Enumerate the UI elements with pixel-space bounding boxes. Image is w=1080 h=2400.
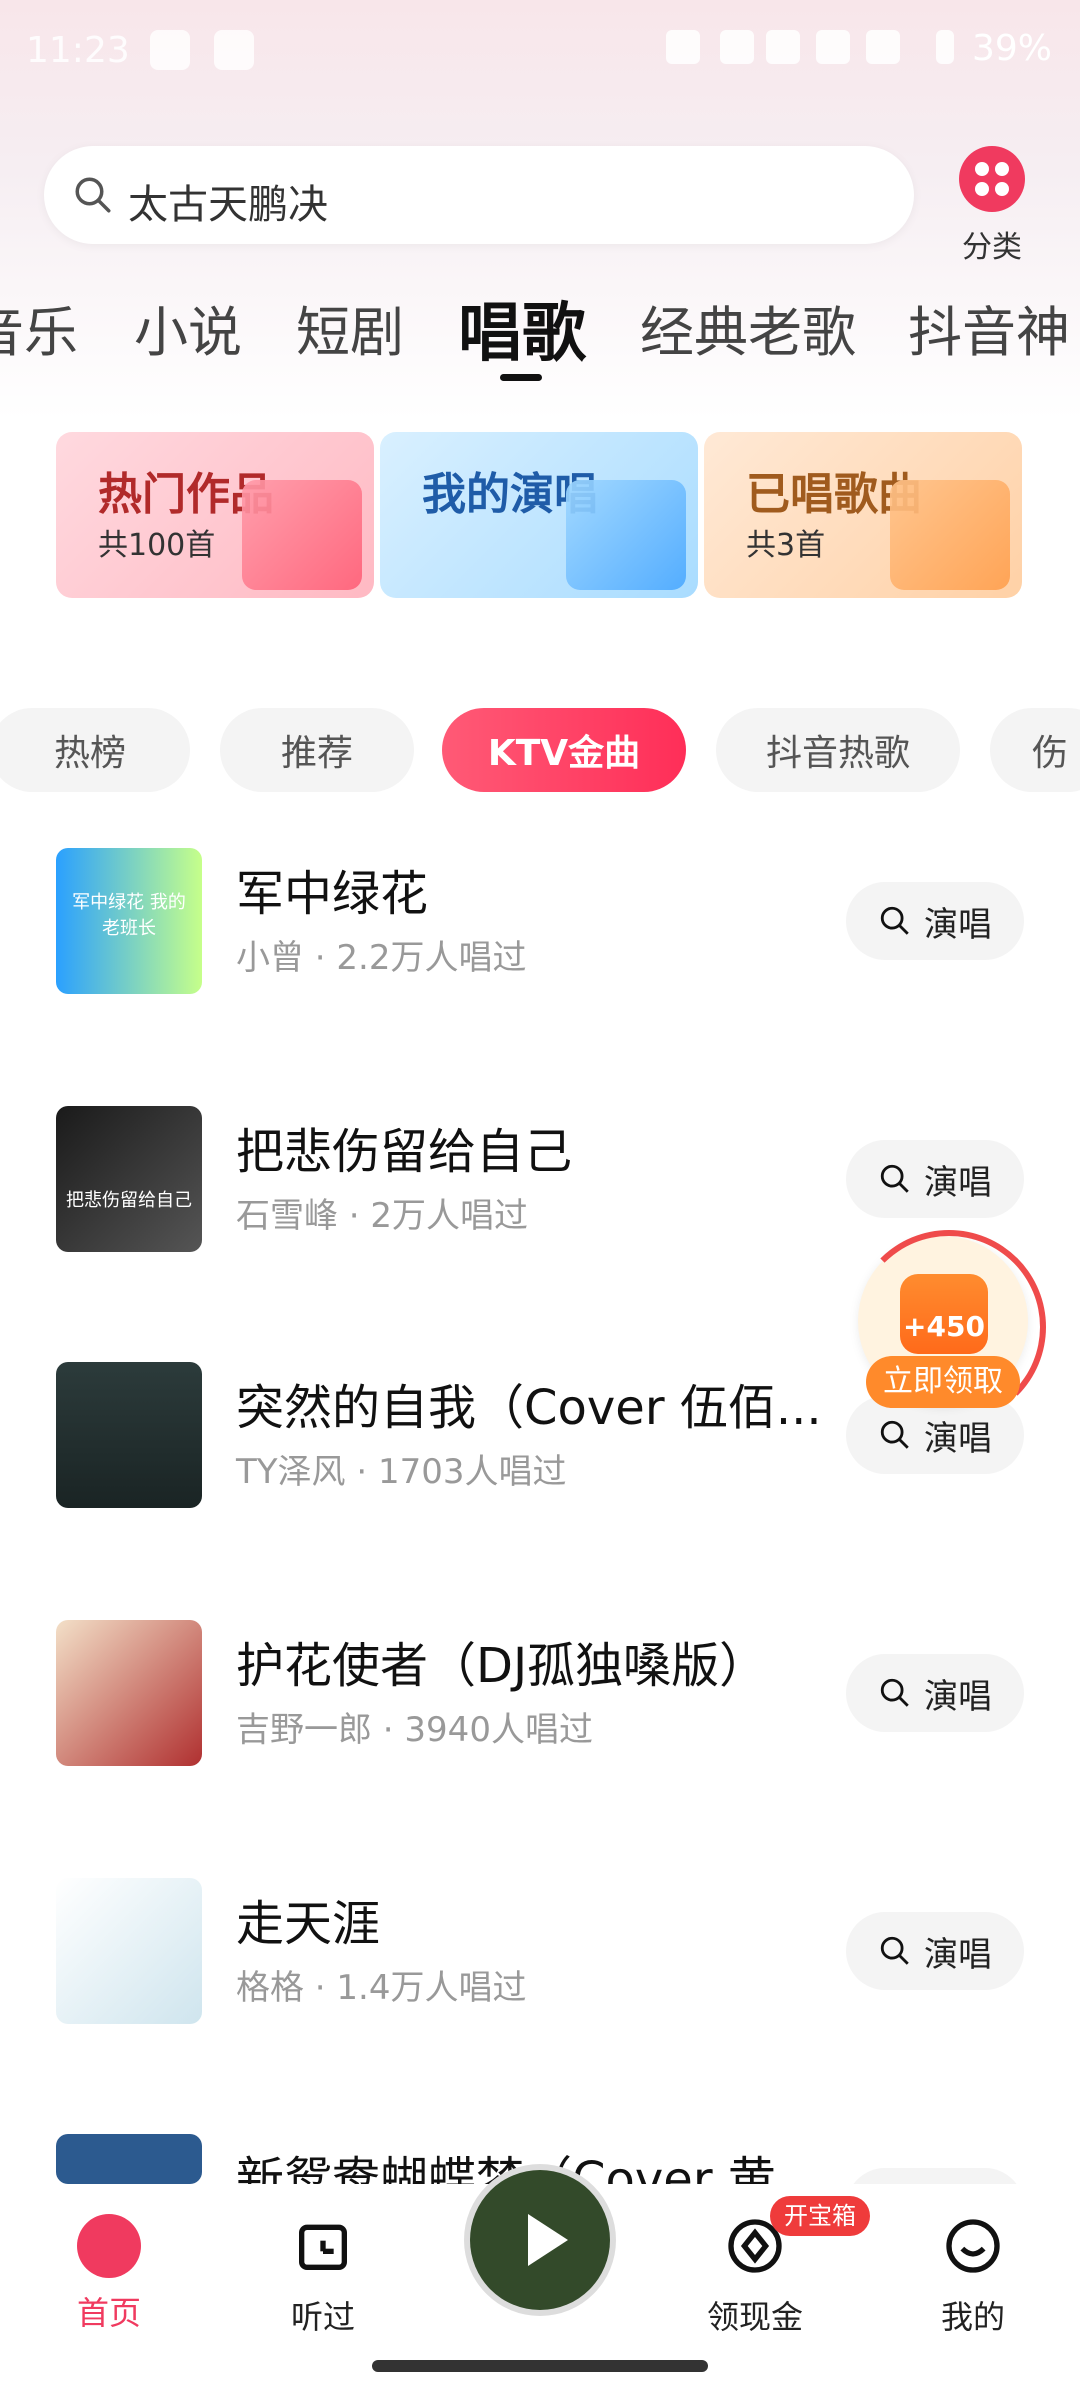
tab-novel[interactable]: 小说	[134, 288, 242, 367]
song-title: 护花使者（DJ孤独嗓版）	[236, 1638, 768, 1694]
song-row[interactable]: 走天涯 格格 · 1.4万人唱过 演唱	[0, 1878, 1080, 2028]
nav-profile[interactable]: 我的	[898, 2214, 1048, 2338]
smile-icon	[946, 2219, 1000, 2273]
filter-ktv-hits[interactable]: KTV金曲	[442, 708, 686, 792]
claim-now-button[interactable]: 立即领取	[866, 1356, 1020, 1408]
cover-text: 军中绿花 我的老班长	[72, 892, 186, 939]
search-icon	[880, 1936, 909, 1965]
top-tabs: 音乐 小说 短剧 唱歌 经典老歌 抖音神	[0, 288, 1080, 378]
sing-button[interactable]: 演唱	[846, 2168, 1024, 2184]
song-meta: 石雪峰 · 2万人唱过	[236, 1196, 529, 1236]
search-input-text: 太古天鹏决	[128, 182, 328, 228]
song-title: 突然的自我（Cover 伍佰...	[236, 1380, 822, 1436]
my-singing-card[interactable]: 我的演唱	[380, 432, 698, 598]
song-meta: 格格 · 1.4万人唱过	[236, 1968, 527, 2008]
signal-icon	[866, 30, 900, 64]
filter-sad[interactable]: 伤	[990, 708, 1080, 792]
status-bar: 11:23 39%	[0, 0, 1080, 100]
category-button[interactable]: 分类	[948, 146, 1036, 265]
tab-classic-oldies[interactable]: 经典老歌	[640, 288, 856, 367]
reward-amount: +450	[903, 1310, 985, 1343]
nfc-icon	[766, 30, 800, 64]
hot-works-count: 共100首	[98, 528, 216, 563]
nav-earn-cash-label: 领现金	[706, 2298, 803, 2336]
filter-recommend[interactable]: 推荐	[220, 708, 414, 792]
now-playing-button[interactable]	[470, 2170, 610, 2310]
search-icon	[880, 1678, 909, 1707]
sing-button[interactable]: 演唱	[846, 882, 1024, 960]
category-label: 分类	[962, 230, 1022, 265]
song-title: 军中绿花	[236, 866, 429, 922]
search-icon	[880, 906, 909, 935]
alarm-icon	[666, 30, 700, 64]
song-row[interactable]: 护花使者（DJ孤独嗓版） 吉野一郎 · 3940人唱过 演唱	[0, 1620, 1080, 1770]
nav-home[interactable]: 首页	[34, 2214, 184, 2334]
search-icon	[75, 177, 111, 213]
search-bar[interactable]: 太古天鹏决	[44, 146, 914, 244]
tab-douyin[interactable]: 抖音神	[908, 288, 1070, 367]
song-title: 把悲伤留给自己	[236, 1124, 573, 1180]
filter-hot-chart[interactable]: 热榜	[0, 708, 190, 792]
sing-button[interactable]: 演唱	[846, 1654, 1024, 1732]
song-meta: 吉野一郎 · 3940人唱过	[236, 1710, 593, 1750]
sing-button[interactable]: 演唱	[846, 1912, 1024, 1990]
open-treasure-badge: 开宝箱	[770, 2196, 870, 2236]
song-row[interactable]: 把悲伤留给自己 把悲伤留给自己 石雪峰 · 2万人唱过 演唱	[0, 1106, 1080, 1256]
sing-button-label: 演唱	[924, 1934, 992, 1975]
song-cover	[56, 1620, 202, 1766]
nav-history[interactable]: 听过	[248, 2214, 398, 2338]
app-notification-icon	[150, 30, 190, 70]
sung-songs-count: 共3首	[746, 528, 826, 563]
search-icon	[880, 1420, 909, 1449]
nav-history-label: 听过	[290, 2298, 355, 2336]
clock-icon	[299, 2224, 347, 2270]
battery-icon	[936, 30, 954, 64]
sing-button-label: 演唱	[924, 904, 992, 945]
tab-music[interactable]: 音乐	[0, 288, 78, 367]
reward-floating-widget[interactable]: +450 立即领取	[852, 1230, 1046, 1424]
song-meta: 小曾 · 2.2万人唱过	[236, 938, 527, 978]
key-icon	[720, 30, 754, 64]
song-row[interactable]: 军中绿花 我的老班长 军中绿花 小曾 · 2.2万人唱过 演唱	[0, 848, 1080, 998]
song-cover	[56, 2134, 202, 2184]
battery-percentage: 39%	[971, 28, 1052, 69]
sing-button-label: 演唱	[924, 1676, 992, 1717]
play-icon	[528, 2214, 568, 2266]
song-cover	[56, 1878, 202, 2024]
tab-short-drama[interactable]: 短剧	[296, 288, 404, 367]
song-meta: TY泽风 · 1703人唱过	[236, 1452, 567, 1492]
record-icon	[242, 480, 362, 590]
nav-profile-label: 我的	[940, 2298, 1005, 2336]
song-cover: 军中绿花 我的老班长	[56, 848, 202, 994]
song-cover: 把悲伤留给自己	[56, 1106, 202, 1252]
nav-home-label: 首页	[76, 2294, 141, 2332]
tab-sing[interactable]: 唱歌	[458, 282, 586, 374]
song-title: 走天涯	[236, 1896, 381, 1952]
active-tab-indicator	[500, 374, 542, 381]
cat-notification-icon	[214, 30, 254, 70]
cover-text: 把悲伤留给自己	[66, 1190, 192, 1211]
status-time: 11:23	[26, 30, 130, 71]
sing-button[interactable]: 演唱	[846, 1140, 1024, 1218]
microphone-icon	[566, 480, 686, 590]
sing-button-label: 演唱	[924, 1162, 992, 1203]
home-indicator[interactable]	[372, 2360, 708, 2372]
filter-douyin-hits[interactable]: 抖音热歌	[716, 708, 960, 792]
grid-icon	[959, 146, 1025, 212]
sung-songs-card[interactable]: 已唱歌曲 共3首	[704, 432, 1022, 598]
home-icon	[77, 2214, 141, 2278]
hot-works-card[interactable]: 热门作品 共100首	[56, 432, 374, 598]
music-note-icon	[890, 480, 1010, 590]
search-icon	[880, 1164, 909, 1193]
song-cover	[56, 1362, 202, 1508]
wifi-icon	[816, 30, 850, 64]
